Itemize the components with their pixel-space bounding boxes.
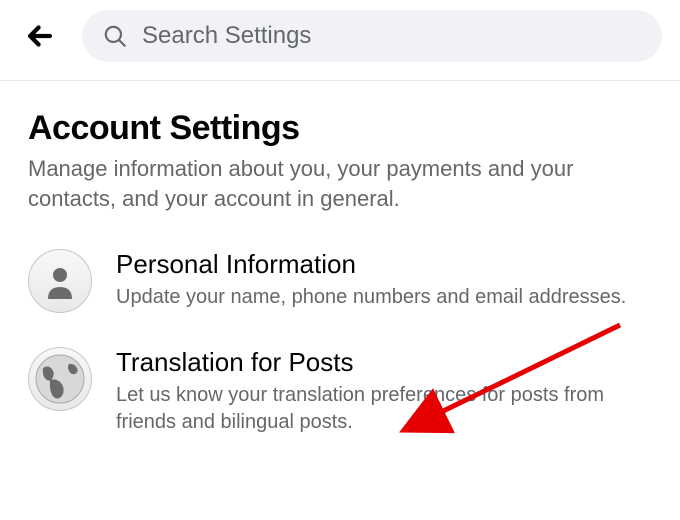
translation-icon	[28, 347, 92, 411]
setting-item-translation[interactable]: Translation for Posts Let us know your t…	[28, 347, 652, 436]
page-title: Account Settings	[28, 109, 652, 148]
setting-text-translation: Translation for Posts Let us know your t…	[116, 347, 652, 436]
search-input[interactable]	[142, 22, 642, 50]
setting-title: Personal Information	[116, 249, 652, 280]
person-icon	[40, 261, 80, 301]
setting-item-personal-info[interactable]: Personal Information Update your name, p…	[28, 249, 652, 313]
content-area: Account Settings Manage information abou…	[0, 81, 680, 436]
search-icon	[102, 23, 128, 49]
search-bar[interactable]	[82, 10, 662, 62]
personal-info-icon	[28, 249, 92, 313]
back-button[interactable]	[18, 14, 62, 58]
header-bar	[0, 0, 680, 80]
setting-title: Translation for Posts	[116, 347, 652, 378]
globe-icon	[33, 352, 87, 406]
back-arrow-icon	[23, 19, 57, 53]
setting-text-personal-info: Personal Information Update your name, p…	[116, 249, 652, 311]
setting-desc: Update your name, phone numbers and emai…	[116, 284, 652, 311]
page-subtitle: Manage information about you, your payme…	[28, 154, 652, 213]
setting-desc: Let us know your translation preferences…	[116, 382, 652, 436]
